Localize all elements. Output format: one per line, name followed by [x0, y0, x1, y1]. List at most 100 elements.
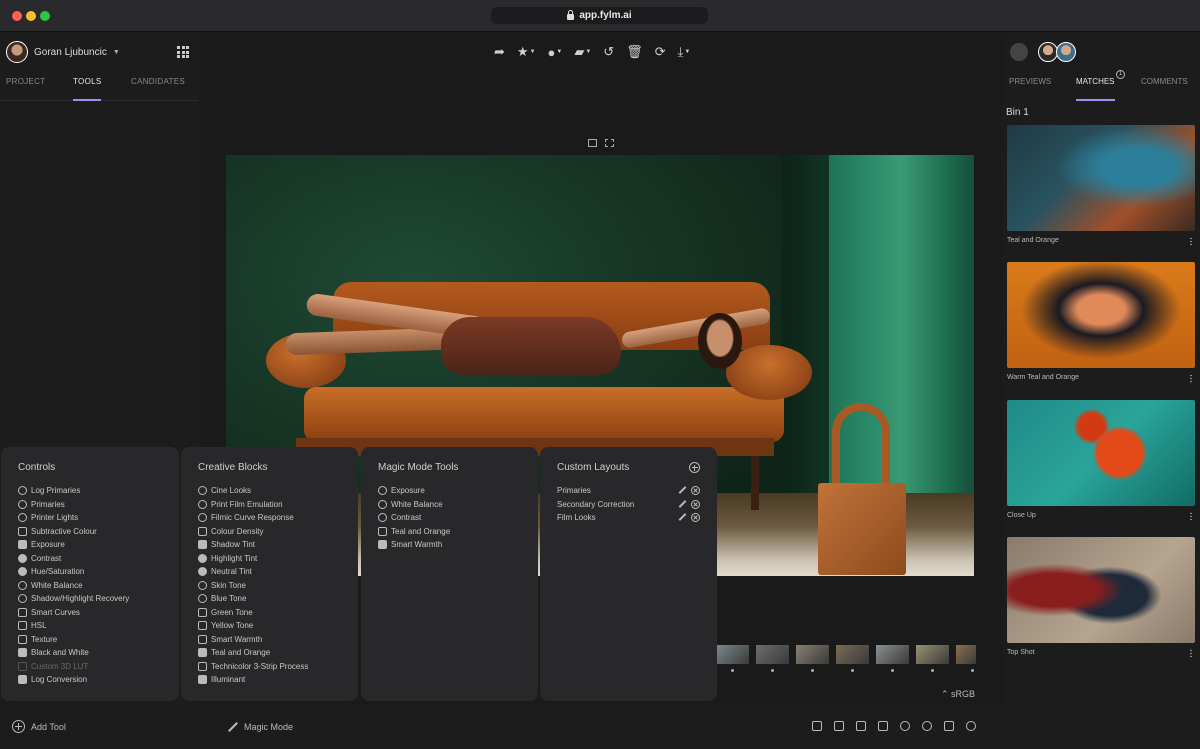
rotate-icon[interactable]: [900, 721, 910, 731]
tab-previews[interactable]: PREVIEWS: [1009, 77, 1051, 86]
more-vertical-icon[interactable]: [1190, 374, 1192, 383]
clip-warning-icon[interactable]: [922, 721, 932, 731]
rating-star-icon[interactable]: ★ ▼: [517, 44, 536, 60]
tab-tools[interactable]: TOOLS: [73, 77, 102, 101]
match-card[interactable]: Top Shot: [1007, 537, 1195, 658]
filmstrip-thumbnail[interactable]: [876, 645, 909, 672]
tool-item-primaries[interactable]: Primaries: [18, 498, 162, 512]
delete-icon[interactable]: [691, 513, 700, 523]
filmstrip-thumbnail[interactable]: [756, 645, 789, 672]
tool-item-custom-3d-lut[interactable]: Custom 3D LUT: [18, 660, 162, 674]
sync-icon[interactable]: ⟳: [655, 44, 666, 60]
edit-icon[interactable]: [678, 513, 687, 522]
match-card[interactable]: Close Up: [1007, 400, 1195, 521]
tool-item-blue-tone[interactable]: Blue Tone: [198, 592, 341, 606]
tool-item-exposure[interactable]: Exposure: [378, 484, 521, 498]
edit-icon[interactable]: [678, 486, 687, 495]
tool-item-log-conversion[interactable]: Log Conversion: [18, 673, 162, 687]
tool-item-hue-saturation[interactable]: Hue/Saturation: [18, 565, 162, 579]
tool-label: Skin Tone: [211, 580, 246, 590]
tool-label: White Balance: [391, 499, 443, 509]
filmstrip-thumbnail[interactable]: [916, 645, 949, 672]
more-vertical-icon[interactable]: [1190, 237, 1192, 246]
tool-item-cine-looks[interactable]: Cine Looks: [198, 484, 341, 498]
tool-item-neutral-tint[interactable]: Neutral Tint: [198, 565, 341, 579]
tool-item-texture[interactable]: Texture: [18, 633, 162, 647]
tab-candidates[interactable]: CANDIDATES: [131, 77, 185, 86]
tool-item-highlight-tint[interactable]: Highlight Tint: [198, 552, 341, 566]
filmstrip-thumbnail[interactable]: [956, 645, 976, 672]
tool-item-green-tone[interactable]: Green Tone: [198, 606, 341, 620]
tool-item-colour-density[interactable]: Colour Density: [198, 525, 341, 539]
tool-item-hsl[interactable]: HSL: [18, 619, 162, 633]
tool-item-shadow-highlight-recovery[interactable]: Shadow/Highlight Recovery: [18, 592, 162, 606]
user-menu[interactable]: Goran Ljubuncic ▼: [6, 41, 120, 63]
tool-item-contrast[interactable]: Contrast: [18, 552, 162, 566]
more-vertical-icon[interactable]: [1190, 512, 1192, 521]
image-add-icon[interactable]: [812, 721, 822, 731]
tool-item-smart-warmth[interactable]: Smart Warmth: [378, 538, 521, 552]
share-icon[interactable]: ➦: [494, 44, 505, 60]
fullscreen-icon[interactable]: [605, 139, 614, 147]
match-thumbnail[interactable]: [1007, 537, 1195, 643]
edit-icon[interactable]: [678, 499, 687, 508]
close-window-button[interactable]: [12, 11, 22, 21]
tool-item-yellow-tone[interactable]: Yellow Tone: [198, 619, 341, 633]
magic-mode-button[interactable]: Magic Mode: [227, 721, 293, 732]
tool-item-printer-lights[interactable]: Printer Lights: [18, 511, 162, 525]
match-card[interactable]: Warm Teal and Orange: [1007, 262, 1195, 383]
tool-item-subtractive-colour[interactable]: Subtractive Colour: [18, 525, 162, 539]
add-layout-icon[interactable]: [689, 462, 700, 473]
reset-icon[interactable]: ↺: [603, 44, 614, 60]
maximize-window-button[interactable]: [40, 11, 50, 21]
minimize-window-button[interactable]: [26, 11, 36, 21]
tool-item-smart-warmth[interactable]: Smart Warmth: [198, 633, 341, 647]
more-options-icon[interactable]: [966, 721, 976, 731]
compare-icon[interactable]: [588, 139, 597, 147]
tool-item-contrast[interactable]: Contrast: [378, 511, 521, 525]
color-space-toggle[interactable]: ⌃ sRGB: [941, 689, 975, 700]
layout-item-film-looks[interactable]: Film Looks: [557, 511, 700, 525]
waveform-icon[interactable]: [878, 721, 888, 731]
apps-grid-icon[interactable]: [177, 46, 189, 58]
match-thumbnail[interactable]: [1007, 400, 1195, 506]
tool-item-white-balance[interactable]: White Balance: [378, 498, 521, 512]
add-collaborator-icon[interactable]: [1010, 43, 1028, 61]
color-label-icon[interactable]: ● ▼: [548, 45, 563, 60]
histogram-icon[interactable]: [856, 721, 866, 731]
match-thumbnail[interactable]: [1007, 125, 1195, 231]
tool-item-white-balance[interactable]: White Balance: [18, 579, 162, 593]
tab-matches[interactable]: MATCHES 1: [1076, 70, 1125, 101]
delete-icon[interactable]: [691, 499, 700, 509]
tool-item-exposure[interactable]: Exposure: [18, 538, 162, 552]
tool-item-teal-and-orange[interactable]: Teal and Orange: [378, 525, 521, 539]
delete-icon[interactable]: [691, 486, 700, 496]
address-bar[interactable]: app.fylm.ai: [491, 7, 708, 24]
trash-icon[interactable]: 🗑: [626, 44, 643, 60]
tool-item-illuminant[interactable]: Illuminant: [198, 673, 341, 687]
tool-item-teal-and-orange[interactable]: Teal and Orange: [198, 646, 341, 660]
match-thumbnail[interactable]: [1007, 262, 1195, 368]
tag-icon[interactable]: ▰ ▼: [574, 44, 591, 60]
tool-item-filmic-curve-response[interactable]: Filmic Curve Response: [198, 511, 341, 525]
tool-item-black-and-white[interactable]: Black and White: [18, 646, 162, 660]
tab-project[interactable]: PROJECT: [6, 77, 45, 86]
tab-comments[interactable]: COMMENTS: [1141, 77, 1188, 86]
tool-item-log-primaries[interactable]: Log Primaries: [18, 484, 162, 498]
more-vertical-icon[interactable]: [1190, 649, 1192, 658]
filmstrip-thumbnail[interactable]: [796, 645, 829, 672]
before-after-icon[interactable]: [944, 721, 954, 731]
match-card[interactable]: Teal and Orange: [1007, 125, 1195, 246]
tool-item-skin-tone[interactable]: Skin Tone: [198, 579, 341, 593]
layout-item-secondary-correction[interactable]: Secondary Correction: [557, 498, 700, 512]
filmstrip-thumbnail[interactable]: [836, 645, 869, 672]
tool-item-technicolor-3-strip-process[interactable]: Technicolor 3-Strip Process: [198, 660, 341, 674]
download-icon[interactable]: ⤓ ▼: [678, 44, 691, 60]
add-tool-button[interactable]: Add Tool: [12, 720, 66, 733]
split-view-icon[interactable]: [834, 721, 844, 731]
tool-item-shadow-tint[interactable]: Shadow Tint: [198, 538, 341, 552]
filmstrip-thumbnail[interactable]: [716, 645, 749, 672]
layout-item-primaries[interactable]: Primaries: [557, 484, 700, 498]
tool-item-print-film-emulation[interactable]: Print Film Emulation: [198, 498, 341, 512]
tool-item-smart-curves[interactable]: Smart Curves: [18, 606, 162, 620]
